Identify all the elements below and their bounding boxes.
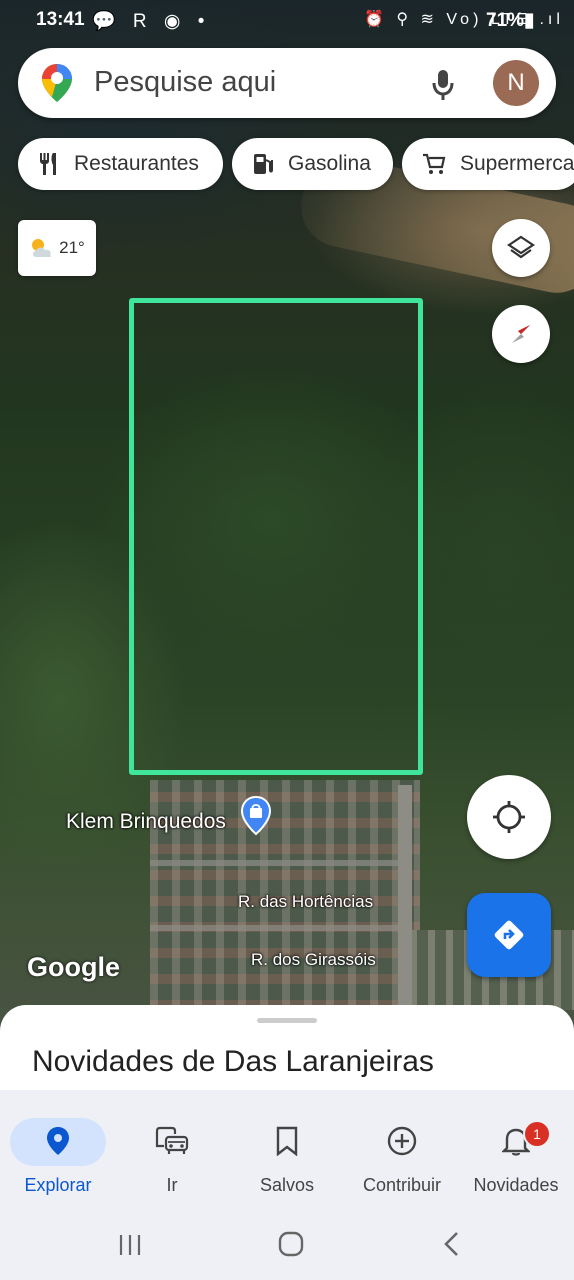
chip-restaurantes[interactable]: Restaurantes <box>18 138 223 190</box>
bookmark-icon <box>276 1126 298 1157</box>
nav-label: Explorar <box>24 1175 92 1195</box>
drag-handle[interactable] <box>257 1018 317 1023</box>
back-icon[interactable] <box>440 1230 464 1258</box>
nav-ir[interactable]: Ir <box>116 1126 228 1196</box>
road <box>150 925 410 931</box>
crosshair-icon <box>493 801 525 833</box>
commute-icon <box>155 1126 189 1154</box>
search-bar[interactable]: Pesquise aqui N <box>18 48 556 118</box>
fork-knife-icon <box>40 153 56 175</box>
notification-badge: 1 <box>523 1120 551 1148</box>
nav-label: Salvos <box>259 1175 315 1195</box>
place-label[interactable]: Klem Brinquedos <box>66 810 226 834</box>
recent-apps-icon[interactable] <box>117 1232 143 1258</box>
google-maps-pin-icon <box>42 64 72 102</box>
layers-button[interactable] <box>492 219 550 277</box>
nav-salvos[interactable]: Salvos <box>231 1126 343 1196</box>
weather-widget[interactable]: 21° <box>18 220 96 276</box>
avatar[interactable]: N <box>493 60 539 106</box>
partly-cloudy-icon <box>32 239 52 257</box>
street-label: R. das Hortências <box>238 892 374 911</box>
my-location-button[interactable] <box>467 775 551 859</box>
notification-icons: 💬 R ◉ • <box>92 11 211 32</box>
weather-temperature: 21° <box>59 238 85 257</box>
compass-button[interactable] <box>492 305 550 363</box>
nav-label: Contribuir <box>362 1175 442 1195</box>
sheet-title: Novidades de Das Laranjeiras <box>32 1045 434 1078</box>
chip-label: Supermerca <box>460 152 574 175</box>
street-label: R. dos Girassóis <box>251 950 376 969</box>
shopping-bag-pin-icon[interactable] <box>240 796 272 836</box>
road <box>150 860 410 866</box>
location-pin-icon <box>47 1127 69 1155</box>
compass-icon <box>512 325 530 343</box>
nav-label: Ir <box>166 1175 178 1195</box>
chip-supermercados[interactable]: Supermerca <box>402 138 574 190</box>
shopping-cart-icon <box>423 153 446 174</box>
nav-label: Novidades <box>473 1175 559 1195</box>
home-icon[interactable] <box>277 1230 305 1258</box>
microphone-icon[interactable] <box>430 68 456 102</box>
chip-label: Restaurantes <box>74 152 199 175</box>
system-navigation-bar <box>0 1210 574 1280</box>
chip-label: Gasolina <box>288 152 371 175</box>
battery-level: 71%▮ <box>486 10 535 31</box>
search-input[interactable]: Pesquise aqui <box>94 66 276 99</box>
road <box>398 785 412 1010</box>
status-bar: 13:41 💬 R ◉ • ⏰ ⚲ ≋ Vo) LTE .ıl 71%▮ <box>0 0 574 40</box>
status-time: 13:41 <box>36 9 85 30</box>
nav-contribuir[interactable]: Contribuir <box>346 1126 458 1196</box>
directions-button[interactable] <box>467 893 551 977</box>
google-logo: Google <box>27 952 120 982</box>
directions-icon <box>494 920 524 950</box>
gas-pump-icon <box>254 154 273 174</box>
add-circle-icon <box>387 1126 417 1156</box>
chip-gasolina[interactable]: Gasolina <box>232 138 393 190</box>
layers-icon <box>507 235 535 259</box>
nav-explorar[interactable]: Explorar <box>2 1126 114 1196</box>
nav-novidades[interactable]: 1 Novidades <box>460 1120 572 1196</box>
area-boundary-outline <box>129 298 423 775</box>
